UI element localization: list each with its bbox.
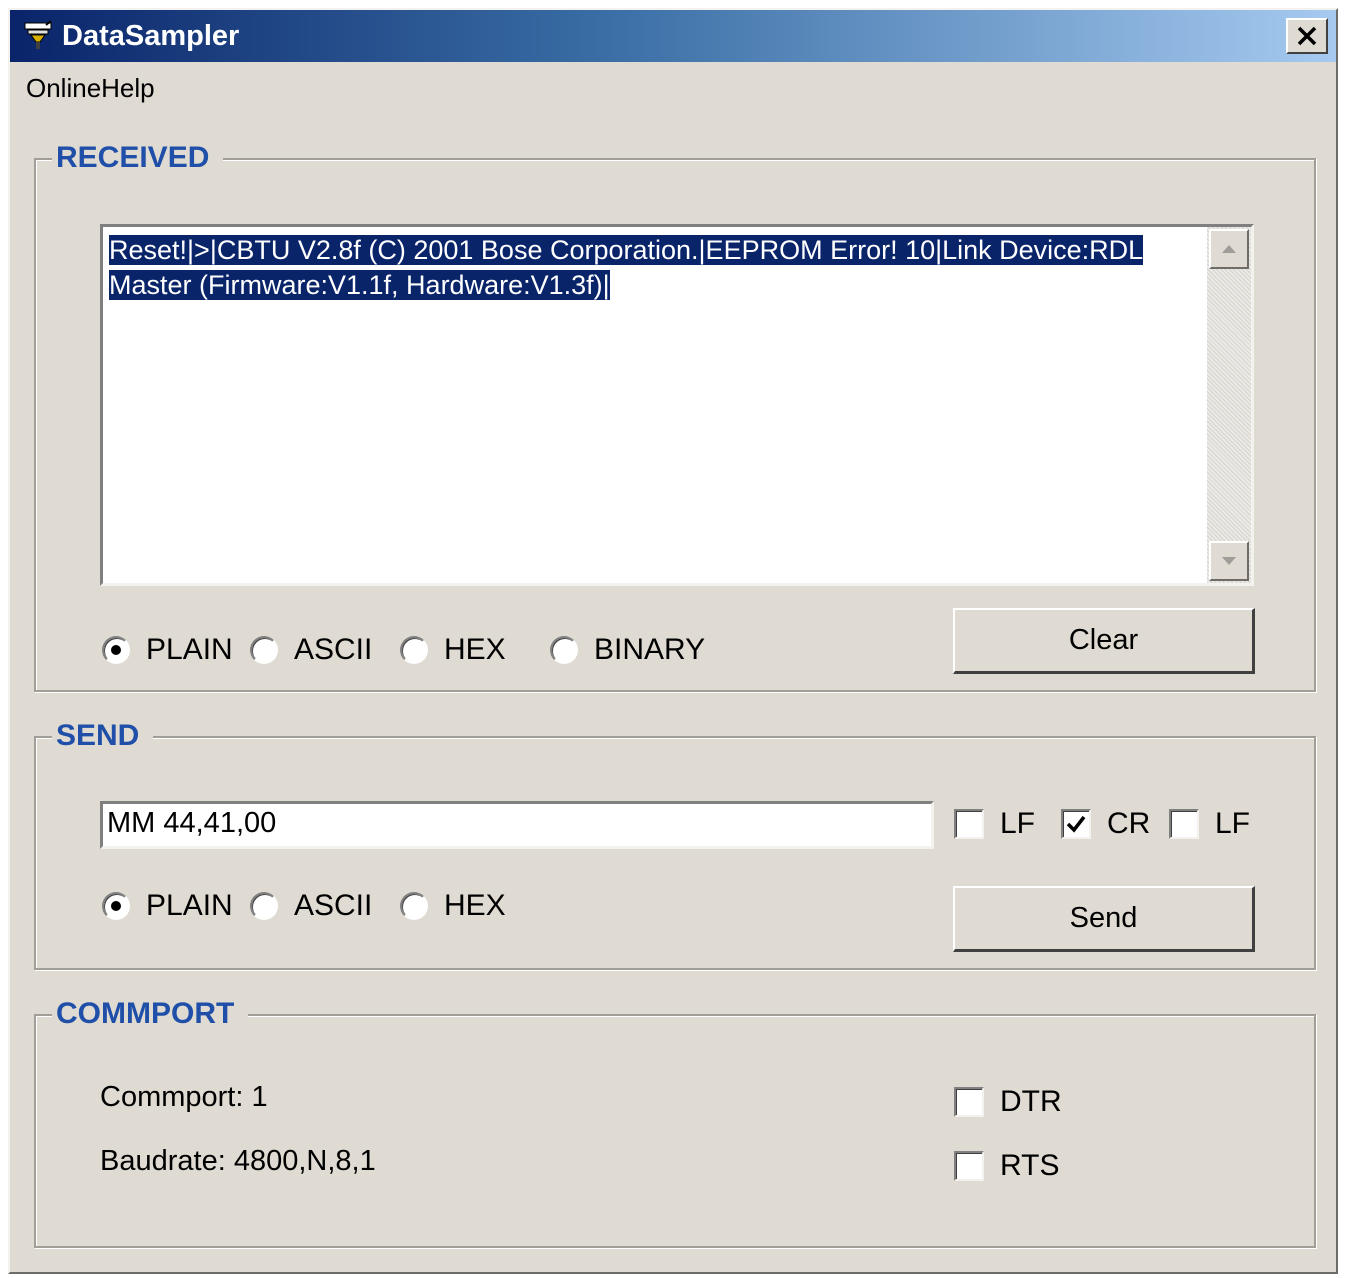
received-line-1: Reset!|>|CBTU V2.8f (C) 2001 Bose Corpor… bbox=[109, 235, 1144, 265]
radio-dot bbox=[111, 901, 121, 911]
commport-group-label: COMMPORT bbox=[52, 994, 249, 1034]
send-input[interactable]: MM 44,41,00 bbox=[100, 801, 934, 849]
send-group-label: SEND bbox=[52, 716, 154, 756]
radio-circle bbox=[550, 636, 578, 664]
received-line-2: Master (Firmware:V1.1f, Hardware:V1.3f)| bbox=[109, 270, 610, 300]
received-group: RECEIVED Reset!|>|CBTU V2.8f (C) 2001 Bo… bbox=[34, 138, 1316, 692]
received-radio-binary[interactable]: BINARY bbox=[550, 630, 705, 670]
checkbox-label: RTS bbox=[1000, 1149, 1060, 1182]
radio-circle bbox=[102, 892, 130, 920]
datasampler-window: DataSampler OnlineHelp RECEIVED Reset!|>… bbox=[8, 8, 1338, 1274]
checkbox-label: LF bbox=[1000, 807, 1036, 840]
radio-dot bbox=[111, 645, 121, 655]
received-textarea[interactable]: Reset!|>|CBTU V2.8f (C) 2001 Bose Corpor… bbox=[100, 224, 1254, 586]
radio-label: HEX bbox=[444, 889, 506, 922]
radio-label: PLAIN bbox=[146, 633, 233, 666]
baudrate-value: Baudrate: 4800,N,8,1 bbox=[100, 1145, 376, 1177]
commport-group: COMMPORT Commport: 1 Baudrate: 4800,N,8,… bbox=[34, 994, 1316, 1248]
send-checkbox-lf-2[interactable]: LF bbox=[1169, 804, 1250, 844]
scroll-up-arrow-icon bbox=[1222, 245, 1236, 253]
dtr-checkbox[interactable]: DTR bbox=[954, 1082, 1062, 1122]
send-button[interactable]: Send bbox=[953, 886, 1255, 952]
close-icon bbox=[1297, 26, 1317, 46]
clear-button[interactable]: Clear bbox=[953, 608, 1255, 674]
radio-label: ASCII bbox=[294, 633, 373, 666]
received-radio-plain[interactable]: PLAIN bbox=[102, 630, 233, 670]
checkmark-icon bbox=[1066, 815, 1086, 833]
radio-label: BINARY bbox=[594, 633, 706, 666]
checkbox-box bbox=[954, 809, 984, 839]
radio-circle bbox=[400, 636, 428, 664]
app-icon bbox=[24, 20, 52, 49]
checkbox-box bbox=[954, 1151, 984, 1181]
send-radio-plain[interactable]: PLAIN bbox=[102, 886, 233, 926]
checkbox-label: CR bbox=[1107, 807, 1151, 840]
checkbox-box bbox=[1061, 809, 1091, 839]
received-group-label: RECEIVED bbox=[52, 138, 224, 178]
window-title: DataSampler bbox=[62, 20, 240, 52]
received-radio-ascii[interactable]: ASCII bbox=[250, 630, 372, 670]
radio-circle bbox=[102, 636, 130, 664]
radio-circle bbox=[250, 892, 278, 920]
scroll-up-button[interactable] bbox=[1209, 229, 1249, 269]
radio-label: HEX bbox=[444, 633, 506, 666]
send-radio-hex[interactable]: HEX bbox=[400, 886, 506, 926]
checkbox-box bbox=[1169, 809, 1199, 839]
title-bar[interactable]: DataSampler bbox=[10, 10, 1336, 62]
radio-circle bbox=[400, 892, 428, 920]
send-group: SEND MM 44,41,00 LF CR LF PLAIN ASCII HE… bbox=[34, 716, 1316, 970]
received-text: Reset!|>|CBTU V2.8f (C) 2001 Bose Corpor… bbox=[109, 233, 1201, 303]
menu-online-help[interactable]: OnlineHelp bbox=[26, 71, 155, 105]
close-button[interactable] bbox=[1286, 18, 1328, 54]
received-radio-hex[interactable]: HEX bbox=[400, 630, 506, 670]
received-scrollbar[interactable] bbox=[1207, 227, 1251, 583]
send-checkbox-lf-1[interactable]: LF bbox=[954, 804, 1035, 844]
radio-label: ASCII bbox=[294, 889, 373, 922]
rts-checkbox[interactable]: RTS bbox=[954, 1146, 1059, 1186]
radio-label: PLAIN bbox=[146, 889, 233, 922]
radio-circle bbox=[250, 636, 278, 664]
scroll-down-button[interactable] bbox=[1209, 541, 1249, 581]
send-radio-ascii[interactable]: ASCII bbox=[250, 886, 372, 926]
checkbox-box bbox=[954, 1087, 984, 1117]
checkbox-label: DTR bbox=[1000, 1085, 1062, 1118]
send-checkbox-cr[interactable]: CR bbox=[1061, 804, 1150, 844]
scroll-down-arrow-icon bbox=[1222, 557, 1236, 565]
menu-bar: OnlineHelp bbox=[10, 66, 1336, 106]
checkbox-label: LF bbox=[1215, 807, 1251, 840]
commport-value: Commport: 1 bbox=[100, 1081, 268, 1113]
